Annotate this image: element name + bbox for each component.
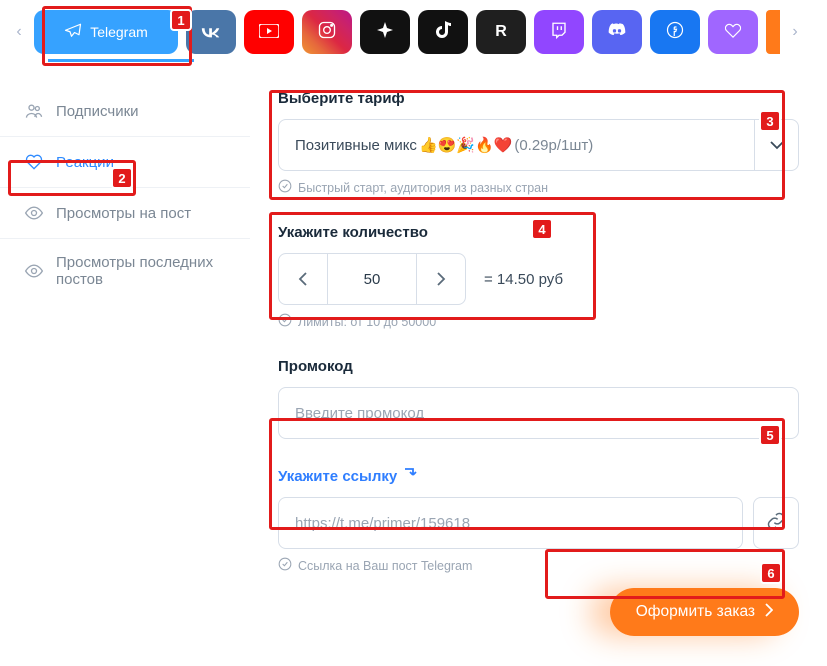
sidebar-item-reactions[interactable]: Реакции	[0, 136, 250, 187]
quantity-title: Укажите количество	[278, 224, 799, 241]
platform-tile-rutube[interactable]: R	[476, 10, 526, 54]
youtube-icon	[259, 22, 279, 43]
check-circle-icon	[278, 179, 292, 196]
arrow-down-icon	[403, 467, 419, 485]
platform-label: Telegram	[90, 24, 148, 40]
eye-icon	[24, 203, 44, 223]
promo-section: Промокод	[278, 358, 799, 439]
sparkle-icon	[377, 22, 393, 43]
chevron-down-icon	[754, 120, 798, 170]
users-icon	[24, 101, 44, 121]
tiktok-icon	[435, 21, 451, 44]
submit-button[interactable]: Оформить заказ	[610, 588, 799, 636]
quantity-price: = 14.50 руб	[484, 271, 563, 288]
platform-tile-instagram[interactable]	[302, 10, 352, 54]
instagram-icon	[317, 20, 337, 45]
platform-next-button[interactable]: ›	[788, 23, 802, 41]
sidebar-item-subscribers[interactable]: Подписчики	[0, 86, 250, 136]
sidebar-item-label: Просмотры на пост	[56, 205, 191, 222]
sidebar-item-post-views[interactable]: Просмотры на пост	[0, 187, 250, 238]
tariff-emojis: 👍😍🎉🔥❤️	[419, 136, 512, 154]
discord-icon	[607, 22, 627, 43]
platform-tile-likee[interactable]	[708, 10, 758, 54]
platform-tile-facebook[interactable]	[650, 10, 700, 54]
link-title-text: Укажите ссылку	[278, 468, 397, 485]
check-circle-icon	[278, 313, 292, 330]
content: Выберите тариф Позитивные микс 👍😍🎉🔥❤️ (0…	[250, 66, 827, 666]
tariff-title: Выберите тариф	[278, 90, 799, 107]
submit-row: Оформить заказ	[278, 588, 799, 636]
link-input[interactable]	[278, 497, 743, 549]
quantity-increase-button[interactable]	[417, 254, 465, 304]
link-paste-button[interactable]	[753, 497, 799, 549]
promo-input[interactable]	[278, 387, 799, 439]
platform-tile-discord[interactable]	[592, 10, 642, 54]
heart-icon	[724, 22, 742, 43]
sidebar-item-label: Подписчики	[56, 103, 139, 120]
facebook-icon	[666, 21, 684, 44]
tariff-select[interactable]: Позитивные микс 👍😍🎉🔥❤️ (0.29р/1шт)	[278, 119, 799, 171]
quantity-section: Укажите количество 50 = 14.50 руб Лимиты…	[278, 224, 799, 330]
rutube-icon: R	[495, 23, 507, 41]
sidebar: Подписчики Реакции Просмотры на пост Про…	[0, 66, 250, 666]
platform-tile-telegram[interactable]: Telegram	[34, 10, 178, 54]
quantity-decrease-button[interactable]	[279, 254, 327, 304]
tariff-hint: Быстрый старт, аудитория из разных стран	[278, 179, 799, 196]
promo-title: Промокод	[278, 358, 799, 375]
platform-tile-tiktok[interactable]	[418, 10, 468, 54]
active-indicator	[48, 59, 194, 62]
link-title: Укажите ссылку	[278, 467, 799, 485]
sidebar-item-label: Просмотры последних постов	[56, 254, 226, 288]
telegram-icon	[64, 22, 82, 43]
quantity-stepper: 50	[278, 253, 466, 305]
eye-icon	[24, 261, 44, 281]
chevron-right-icon	[765, 603, 773, 622]
tariff-value-prefix: Позитивные микс	[295, 137, 417, 154]
vk-icon	[200, 22, 222, 43]
check-circle-icon	[278, 557, 292, 574]
link-hint-text: Ссылка на Ваш пост Telegram	[298, 559, 472, 573]
platform-tile-vk[interactable]	[186, 10, 236, 54]
link-section: Укажите ссылку Ссылка на Ваш пост Telegr…	[278, 467, 799, 574]
platform-tile-twitch[interactable]	[534, 10, 584, 54]
tariff-hint-text: Быстрый старт, аудитория из разных стран	[298, 181, 548, 195]
submit-label: Оформить заказ	[636, 603, 755, 621]
heart-outline-icon	[24, 152, 44, 172]
platform-tile-next[interactable]	[766, 10, 780, 54]
platform-bar: ‹ Telegram R ›	[0, 0, 827, 66]
twitch-icon	[550, 21, 568, 44]
link-hint: Ссылка на Ваш пост Telegram	[278, 557, 799, 574]
quantity-hint: Лимиты: от 10 до 50000	[278, 313, 799, 330]
platform-tile-other1[interactable]	[360, 10, 410, 54]
tariff-value-suffix: (0.29р/1шт)	[514, 137, 593, 154]
sidebar-item-label: Реакции	[56, 154, 114, 171]
quantity-value[interactable]: 50	[327, 254, 417, 304]
platform-prev-button[interactable]: ‹	[12, 23, 26, 41]
link-icon	[766, 511, 786, 536]
quantity-hint-text: Лимиты: от 10 до 50000	[298, 315, 436, 329]
platform-tile-youtube[interactable]	[244, 10, 294, 54]
sidebar-item-recent-views[interactable]: Просмотры последних постов	[0, 238, 250, 303]
tariff-section: Выберите тариф Позитивные микс 👍😍🎉🔥❤️ (0…	[278, 90, 799, 196]
